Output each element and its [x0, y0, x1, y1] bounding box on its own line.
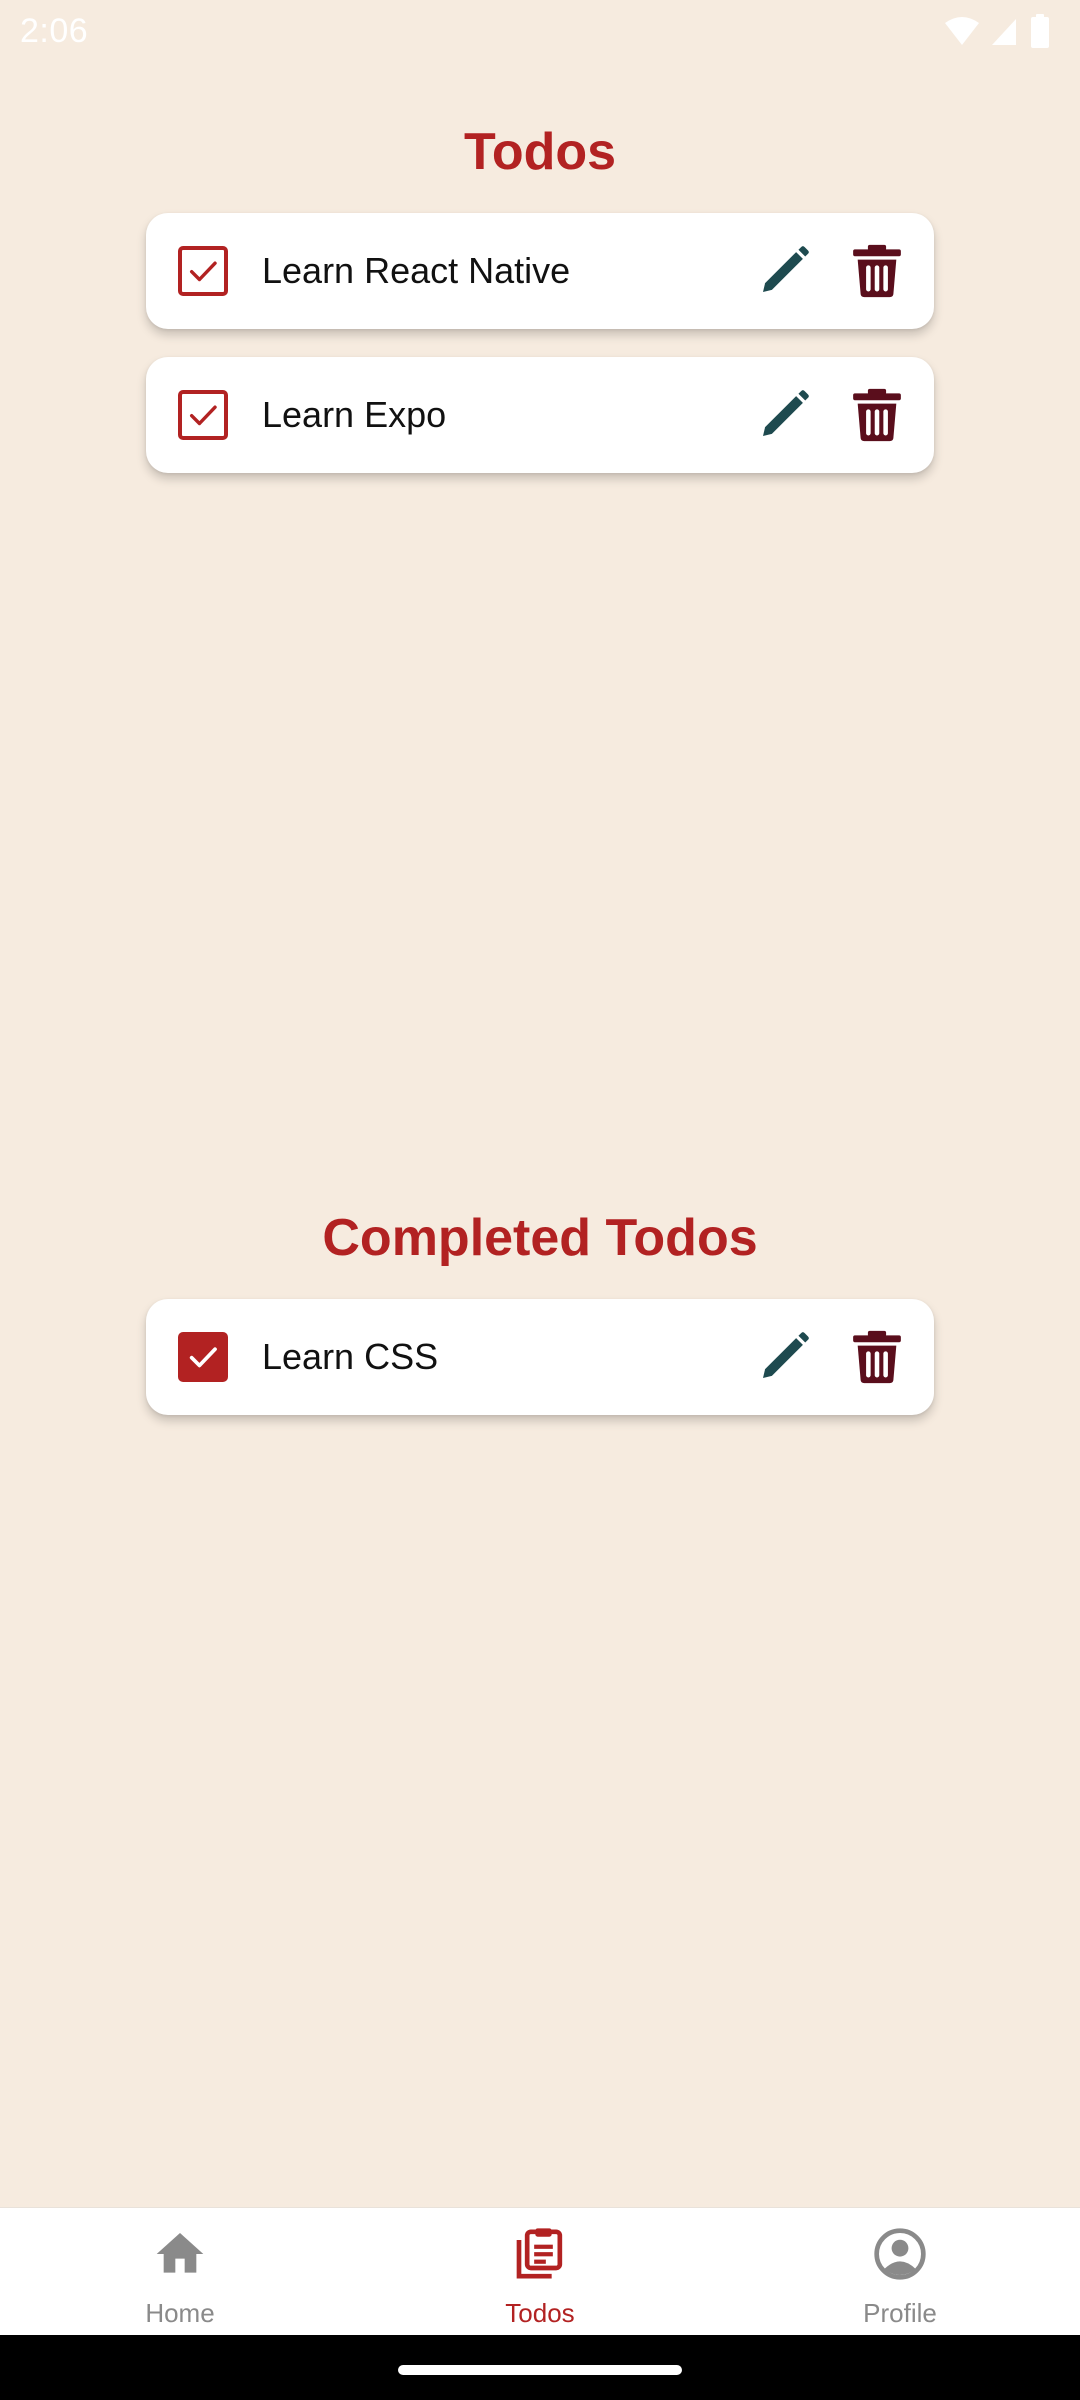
status-bar: 2:06 [0, 0, 1080, 64]
todos-title: Todos [463, 123, 617, 181]
edit-button[interactable] [756, 387, 812, 443]
pencil-icon [763, 1332, 809, 1378]
trash-icon [853, 1330, 901, 1384]
bottom-tab-bar: Home Todos Profile [0, 2207, 1080, 2336]
tab-profile-label: Profile [863, 2298, 937, 2328]
tab-home[interactable]: Home [0, 2208, 360, 2336]
check-icon [189, 261, 217, 282]
todo-label: Learn React Native [262, 250, 571, 291]
tab-todos[interactable]: Todos [360, 2208, 720, 2336]
delete-button[interactable] [852, 1329, 902, 1385]
todo-label: Learn CSS [262, 1336, 439, 1377]
trash-icon [853, 244, 901, 298]
completed-todo-item: Learn CSS [146, 1299, 934, 1415]
completed-todos-title: Completed Todos [322, 1209, 758, 1267]
system-navigation-bar [0, 2335, 1080, 2400]
delete-button[interactable] [852, 387, 902, 443]
cellular-signal-icon [992, 19, 1016, 45]
clipboard-list-icon [516, 2228, 563, 2279]
trash-icon [853, 388, 901, 442]
todo-item: Learn Expo [146, 357, 934, 473]
status-icons [944, 14, 1050, 48]
edit-button[interactable] [756, 1329, 812, 1385]
tab-home-label: Home [145, 2298, 215, 2328]
todo-checkbox[interactable] [178, 1332, 228, 1382]
check-icon [189, 1347, 217, 1368]
account-circle-icon [874, 2228, 926, 2280]
pencil-icon [763, 390, 809, 436]
delete-button[interactable] [852, 243, 902, 299]
status-time: 2:06 [20, 12, 89, 50]
battery-icon [1031, 14, 1049, 48]
home-gesture-handle[interactable] [398, 2365, 682, 2375]
todo-item: Learn React Native [146, 213, 934, 329]
todo-checkbox[interactable] [178, 246, 228, 296]
wifi-icon [945, 17, 979, 45]
home-icon [156, 2233, 204, 2273]
edit-button[interactable] [756, 243, 812, 299]
todo-label: Learn Expo [262, 394, 447, 435]
tab-todos-label: Todos [505, 2298, 575, 2328]
todo-checkbox[interactable] [178, 390, 228, 440]
tab-profile[interactable]: Profile [720, 2208, 1080, 2336]
pencil-icon [763, 246, 809, 292]
check-icon [189, 405, 217, 426]
